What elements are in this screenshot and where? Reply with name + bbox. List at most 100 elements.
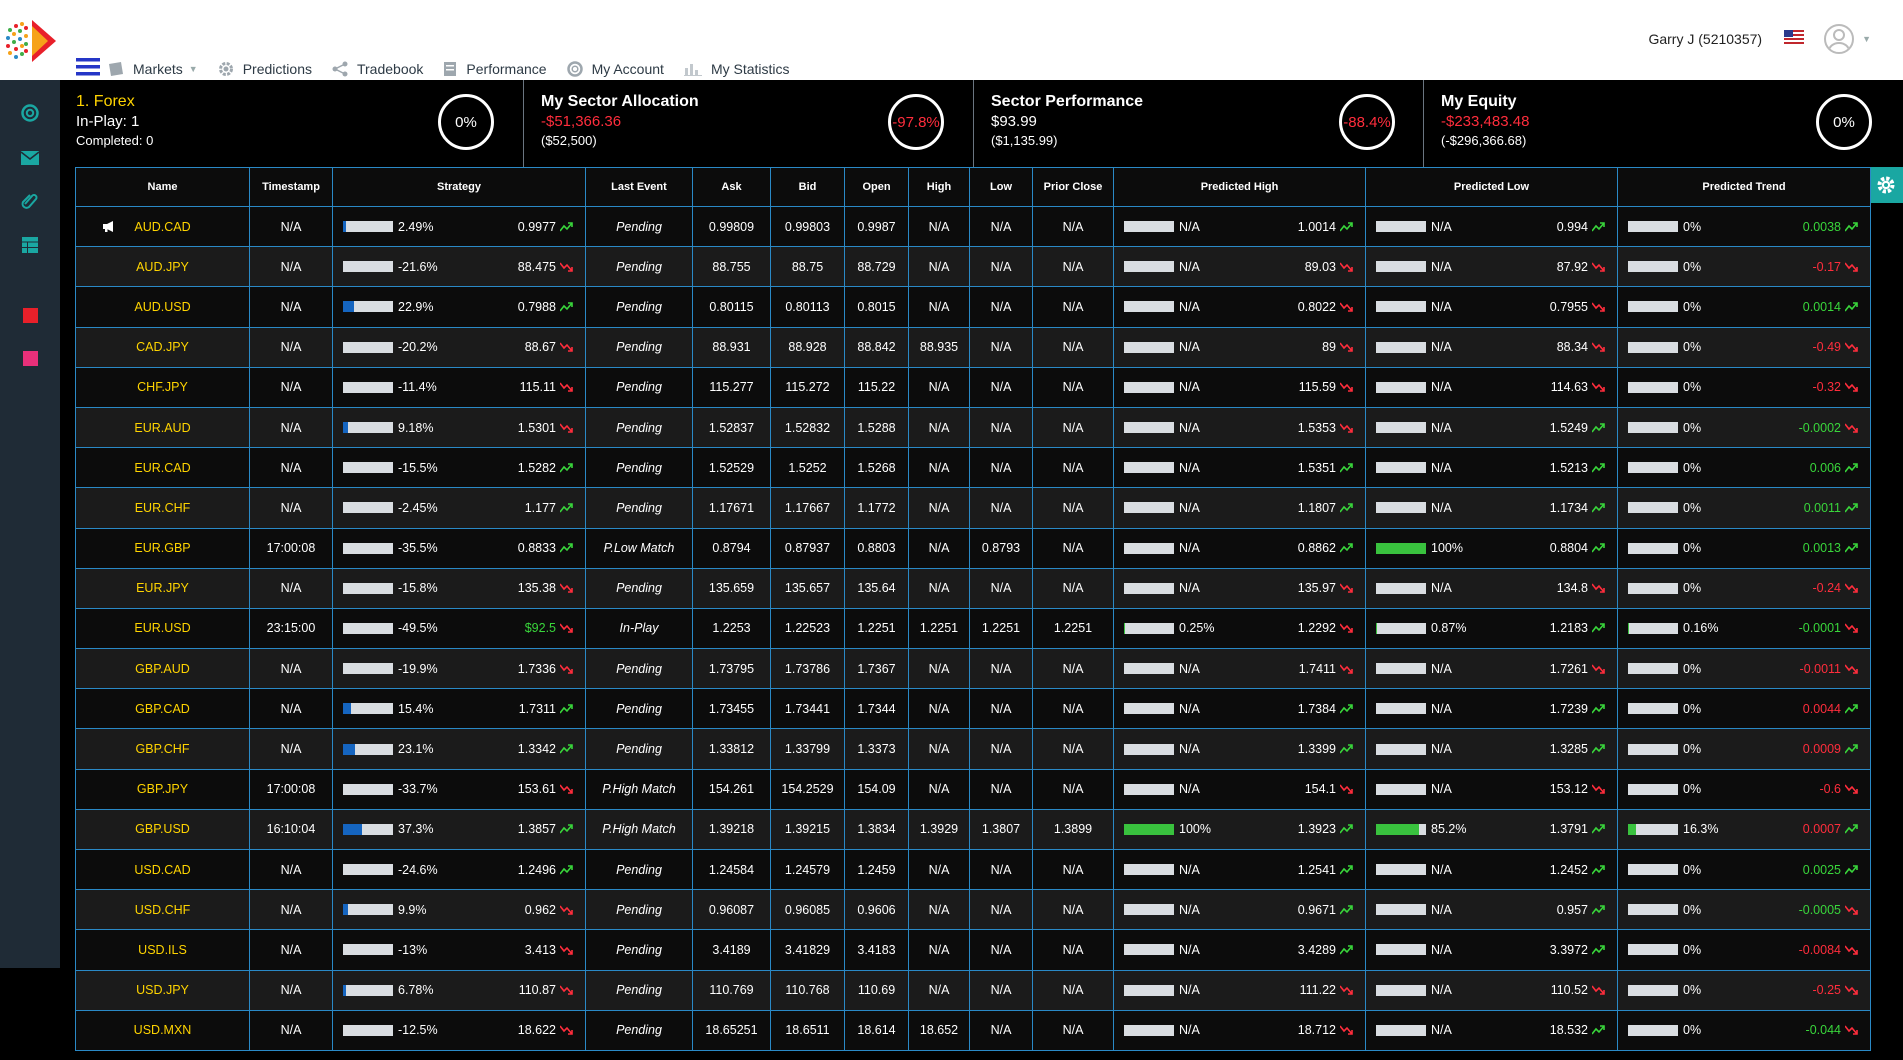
- predicted-high-cell[interactable]: N/A 154.1: [1113, 768, 1366, 810]
- strategy-cell[interactable]: -15.5% 1.5282: [332, 447, 586, 489]
- predicted-low-cell[interactable]: 85.2% 1.3791: [1365, 808, 1618, 851]
- predicted-trend-cell[interactable]: 0% -0.49: [1617, 326, 1871, 368]
- strategy-cell[interactable]: 23.1% 1.3342: [332, 728, 586, 770]
- strategy-cell[interactable]: -2.45% 1.177: [332, 487, 586, 529]
- panel-my-equity[interactable]: My Equity -$233,483.48 (-$296,366.68) 0%: [1425, 80, 1903, 167]
- predicted-trend-cell[interactable]: 0% -0.0084: [1617, 929, 1871, 971]
- column-header[interactable]: High: [908, 167, 970, 207]
- predicted-high-cell[interactable]: N/A 1.2541: [1113, 848, 1366, 891]
- predicted-low-cell[interactable]: N/A 153.12: [1365, 768, 1618, 810]
- table-row[interactable]: USD.CAD N/A -24.6% 1.2496 Pending 1.24584 1.24…: [75, 848, 1871, 891]
- instrument-name-cell[interactable]: USD.CAD: [75, 848, 250, 891]
- instrument-name-cell[interactable]: AUD.USD: [75, 286, 250, 328]
- instrument-name-cell[interactable]: EUR.GBP: [75, 527, 250, 569]
- predicted-low-cell[interactable]: N/A 1.7261: [1365, 648, 1618, 690]
- strategy-cell[interactable]: -33.7% 153.61: [332, 768, 586, 810]
- table-row[interactable]: USD.MXN N/A -12.5% 18.622 Pending 18.65251 18.…: [75, 1009, 1871, 1051]
- panel-forex[interactable]: 1. Forex In-Play: 1 Completed: 0 0%: [60, 80, 524, 167]
- instrument-name-cell[interactable]: GBP.CAD: [75, 688, 250, 730]
- predicted-trend-cell[interactable]: 0% 0.0009: [1617, 728, 1871, 770]
- red-square-icon[interactable]: [20, 305, 40, 325]
- predicted-low-cell[interactable]: 100% 0.8804: [1365, 527, 1618, 569]
- predicted-low-cell[interactable]: N/A 114.63: [1365, 366, 1618, 408]
- mail-icon[interactable]: [20, 148, 40, 168]
- strategy-cell[interactable]: -21.6% 88.475: [332, 246, 586, 288]
- strategy-cell[interactable]: -13% 3.413: [332, 929, 586, 971]
- predicted-trend-cell[interactable]: 0% -0.24: [1617, 567, 1871, 609]
- panel-sector-allocation[interactable]: My Sector Allocation -$51,366.36 ($52,50…: [525, 80, 974, 167]
- hamburger-menu-icon[interactable]: [76, 58, 100, 81]
- column-header[interactable]: Last Event: [585, 167, 693, 207]
- predicted-high-cell[interactable]: N/A 1.7384: [1113, 688, 1366, 730]
- strategy-cell[interactable]: 37.3% 1.3857: [332, 808, 586, 851]
- column-header[interactable]: Timestamp: [249, 167, 333, 207]
- table-row[interactable]: GBP.AUD N/A -19.9% 1.7336 Pending 1.73795 1.73…: [75, 648, 1871, 690]
- instrument-name-cell[interactable]: EUR.JPY: [75, 567, 250, 609]
- predicted-trend-cell[interactable]: 0% -0.0002: [1617, 406, 1871, 449]
- strategy-cell[interactable]: -49.5% $92.5: [332, 607, 586, 650]
- predicted-low-cell[interactable]: N/A 0.994: [1365, 205, 1618, 248]
- predicted-trend-cell[interactable]: 16.3% 0.0007: [1617, 808, 1871, 851]
- predicted-high-cell[interactable]: N/A 1.5353: [1113, 406, 1366, 449]
- instrument-name-cell[interactable]: USD.JPY: [75, 969, 250, 1011]
- predicted-high-cell[interactable]: N/A 3.4289: [1113, 929, 1366, 971]
- instrument-name-cell[interactable]: AUD.CAD: [75, 205, 250, 248]
- predicted-high-cell[interactable]: 0.25% 1.2292: [1113, 607, 1366, 650]
- predicted-trend-cell[interactable]: 0% -0.6: [1617, 768, 1871, 810]
- column-header[interactable]: Predicted High: [1113, 167, 1366, 207]
- table-row[interactable]: AUD.CAD N/A 2.49% 0.9977 Pending 0.99809 0.998…: [75, 205, 1871, 248]
- predicted-high-cell[interactable]: N/A 1.7411: [1113, 648, 1366, 690]
- lifebuoy-icon[interactable]: [20, 103, 40, 123]
- column-header[interactable]: Strategy: [332, 167, 586, 207]
- predicted-high-cell[interactable]: N/A 111.22: [1113, 969, 1366, 1011]
- instrument-name-cell[interactable]: USD.ILS: [75, 929, 250, 971]
- instrument-name-cell[interactable]: GBP.AUD: [75, 648, 250, 690]
- predicted-low-cell[interactable]: N/A 3.3972: [1365, 929, 1618, 971]
- table-row[interactable]: USD.ILS N/A -13% 3.413 Pending 3.4189 3.41829 3…: [75, 929, 1871, 971]
- instrument-name-cell[interactable]: EUR.CAD: [75, 447, 250, 489]
- predicted-low-cell[interactable]: N/A 0.957: [1365, 889, 1618, 931]
- predicted-low-cell[interactable]: N/A 88.34: [1365, 326, 1618, 368]
- table-row[interactable]: EUR.AUD N/A 9.18% 1.5301 Pending 1.52837 1.528…: [75, 406, 1871, 449]
- table-row[interactable]: USD.JPY N/A 6.78% 110.87 Pending 110.769 110.7…: [75, 969, 1871, 1011]
- instrument-name-cell[interactable]: USD.CHF: [75, 889, 250, 931]
- table-row[interactable]: GBP.JPY 17:00:08 -33.7% 153.61 P.High Match 1…: [75, 768, 1871, 810]
- column-header[interactable]: Open: [844, 167, 909, 207]
- strategy-cell[interactable]: -11.4% 115.11: [332, 366, 586, 408]
- strategy-cell[interactable]: 6.78% 110.87: [332, 969, 586, 1011]
- nav-predictions[interactable]: Predictions: [218, 61, 312, 77]
- predicted-low-cell[interactable]: N/A 1.2452: [1365, 848, 1618, 891]
- predicted-trend-cell[interactable]: 0.16% -0.0001: [1617, 607, 1871, 650]
- instrument-name-cell[interactable]: AUD.JPY: [75, 246, 250, 288]
- table-row[interactable]: EUR.GBP 17:00:08 -35.5% 0.8833 P.Low Match 0.…: [75, 527, 1871, 569]
- us-flag-icon[interactable]: [1784, 29, 1805, 49]
- table-row[interactable]: EUR.CAD N/A -15.5% 1.5282 Pending 1.52529 1.52…: [75, 447, 1871, 489]
- predicted-trend-cell[interactable]: 0% -0.17: [1617, 246, 1871, 288]
- predicted-low-cell[interactable]: N/A 0.7955: [1365, 286, 1618, 328]
- predicted-low-cell[interactable]: N/A 1.5249: [1365, 406, 1618, 449]
- predicted-trend-cell[interactable]: 0% -0.044: [1617, 1009, 1871, 1051]
- predicted-trend-cell[interactable]: 0% 0.0014: [1617, 286, 1871, 328]
- panel-sector-performance[interactable]: Sector Performance $93.99 ($1,135.99) -8…: [975, 80, 1424, 167]
- predicted-trend-cell[interactable]: 0% -0.25: [1617, 969, 1871, 1011]
- instrument-name-cell[interactable]: CHF.JPY: [75, 366, 250, 408]
- column-header[interactable]: Ask: [692, 167, 771, 207]
- table-row[interactable]: GBP.CHF N/A 23.1% 1.3342 Pending 1.33812 1.337…: [75, 728, 1871, 770]
- strategy-cell[interactable]: -19.9% 1.7336: [332, 648, 586, 690]
- nav-tradebook[interactable]: Tradebook: [332, 61, 423, 77]
- column-header[interactable]: Prior Close: [1032, 167, 1114, 207]
- user-name[interactable]: Garry J (5210357): [1648, 31, 1762, 47]
- strategy-cell[interactable]: 9.9% 0.962: [332, 889, 586, 931]
- column-header[interactable]: Low: [969, 167, 1033, 207]
- strategy-cell[interactable]: -12.5% 18.622: [332, 1009, 586, 1051]
- table-row[interactable]: AUD.JPY N/A -21.6% 88.475 Pending 88.755 88.75…: [75, 246, 1871, 288]
- predicted-high-cell[interactable]: N/A 89.03: [1113, 246, 1366, 288]
- predicted-trend-cell[interactable]: 0% 0.0025: [1617, 848, 1871, 891]
- predicted-low-cell[interactable]: N/A 18.532: [1365, 1009, 1618, 1051]
- predicted-trend-cell[interactable]: 0% -0.32: [1617, 366, 1871, 408]
- predicted-high-cell[interactable]: N/A 1.0014: [1113, 205, 1366, 248]
- predicted-high-cell[interactable]: N/A 1.1807: [1113, 487, 1366, 529]
- column-header[interactable]: Predicted Trend: [1617, 167, 1871, 207]
- chevron-down-icon[interactable]: ▼: [1862, 34, 1871, 44]
- table-row[interactable]: GBP.USD 16:10:04 37.3% 1.3857 P.High Match 1.…: [75, 808, 1871, 851]
